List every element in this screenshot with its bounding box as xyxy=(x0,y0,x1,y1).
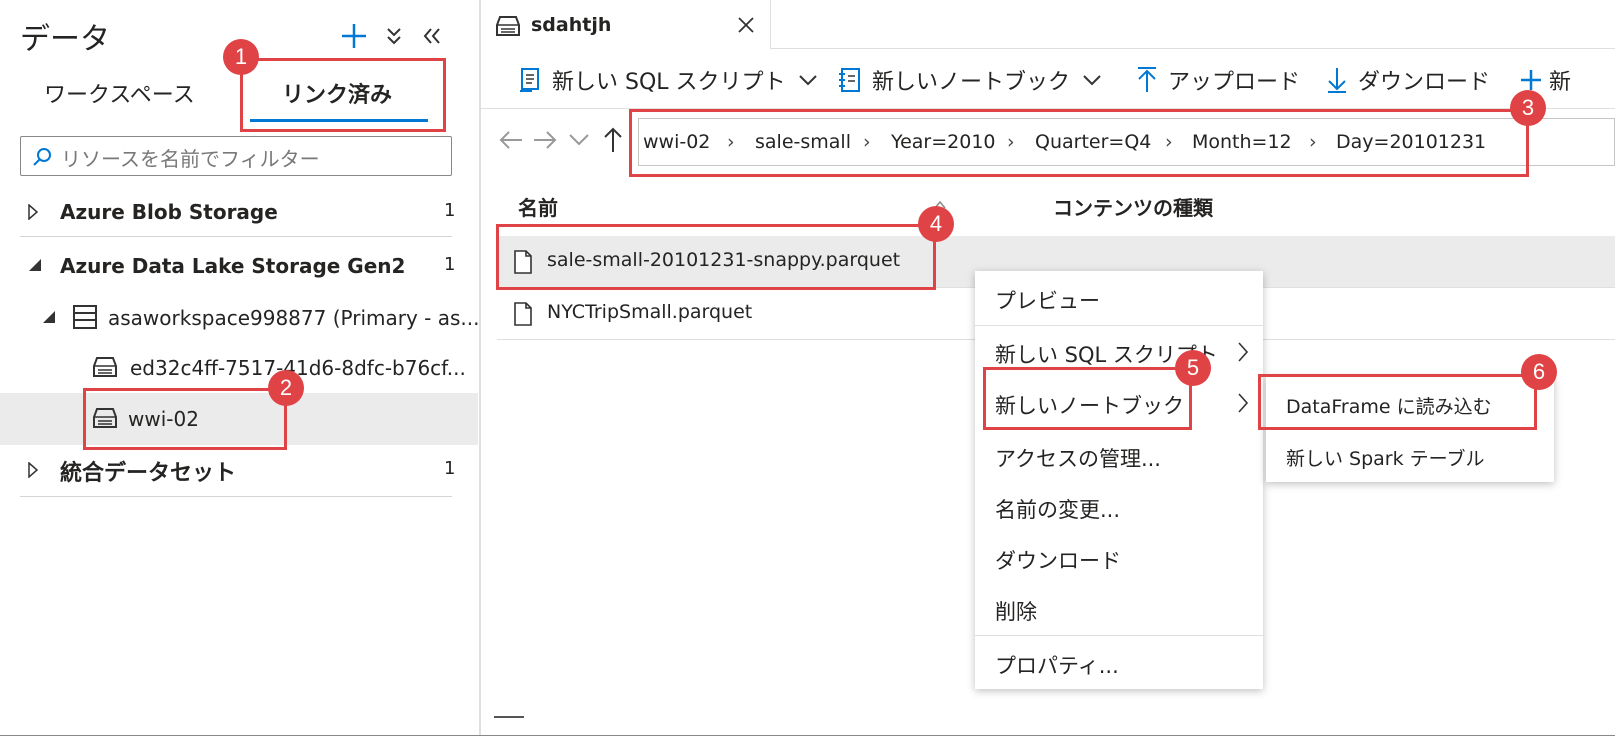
plus-icon xyxy=(1519,68,1543,92)
file-icon xyxy=(513,302,533,326)
toolbar-label: 新しいノートブック xyxy=(872,70,1071,95)
search-icon xyxy=(31,146,53,168)
tree-item-data-lake-gen2[interactable]: Azure Data Lake Storage Gen2 1 xyxy=(0,240,478,292)
add-icon[interactable] xyxy=(340,22,368,50)
highlight-box xyxy=(1258,374,1537,430)
menu-label: アクセスの管理... xyxy=(995,447,1161,471)
column-header-name[interactable]: 名前 xyxy=(518,192,558,221)
context-menu: プレビュー 新しい SQL スクリプト 新しいノートブック アクセスの管理...… xyxy=(975,271,1263,689)
close-icon[interactable] xyxy=(737,16,755,34)
menu-item-rename[interactable]: 名前の変更... xyxy=(975,482,1263,533)
item-count: 1 xyxy=(444,200,456,221)
tree-item-blob-storage[interactable]: Azure Blob Storage 1 xyxy=(0,186,478,238)
expanded-caret-icon[interactable] xyxy=(28,258,42,272)
collapse-panel-icon[interactable] xyxy=(420,25,444,47)
menu-divider xyxy=(975,635,1263,636)
column-header-content-type[interactable]: コンテンツの種類 xyxy=(1053,192,1213,221)
tree-label: 統合データセット xyxy=(60,461,237,486)
annotation-badge: 2 xyxy=(268,370,304,406)
expanded-caret-icon[interactable] xyxy=(42,310,56,324)
menu-label: プロパティ... xyxy=(995,654,1119,678)
document-tab[interactable]: sdahtjh xyxy=(481,0,771,49)
collapsed-caret-icon[interactable] xyxy=(28,204,38,220)
annotation-badge: 1 xyxy=(223,39,259,75)
menu-label: ダウンロード xyxy=(995,549,1121,573)
panel-title: データ xyxy=(20,22,110,57)
container-icon xyxy=(92,355,118,379)
annotation-badge: 5 xyxy=(1175,350,1211,386)
up-arrow-icon[interactable] xyxy=(602,126,624,154)
filter-placeholder: リソースを名前でフィルター xyxy=(61,147,320,171)
menu-item-preview[interactable]: プレビュー xyxy=(975,273,1263,324)
menu-item-properties[interactable]: プロパティ... xyxy=(975,638,1263,689)
menu-divider xyxy=(975,325,1263,326)
chevron-right-icon xyxy=(1237,341,1249,363)
sql-script-icon xyxy=(518,66,544,94)
tree-item-integration-datasets[interactable]: 統合データセット 1 xyxy=(0,444,478,496)
storage-account-icon xyxy=(72,304,98,330)
new-sql-script-button[interactable]: 新しい SQL スクリプト xyxy=(518,60,818,100)
toolbar-label: 新しい SQL スクリプト xyxy=(552,70,786,95)
menu-label: プレビュー xyxy=(995,289,1100,313)
menu-item-delete[interactable]: 削除 xyxy=(975,584,1263,635)
file-name: NYCTripSmall.parquet xyxy=(547,301,753,323)
toolbar-label: 新 xyxy=(1549,70,1572,95)
item-count: 1 xyxy=(444,458,456,479)
submenu-item-new-spark-table[interactable]: 新しい Spark テーブル xyxy=(1266,430,1554,481)
menu-item-download[interactable]: ダウンロード xyxy=(975,533,1263,584)
panel-splitter[interactable] xyxy=(479,0,481,735)
back-arrow-icon[interactable] xyxy=(498,128,524,152)
forward-arrow-icon[interactable] xyxy=(532,128,558,152)
expand-all-icon[interactable] xyxy=(384,25,404,47)
annotation-badge: 4 xyxy=(918,206,954,242)
tab-title: sdahtjh xyxy=(531,14,612,36)
chevron-down-icon[interactable] xyxy=(568,133,590,147)
item-count: 1 xyxy=(444,254,456,275)
highlight-box xyxy=(83,388,287,450)
tree-item-workspace-storage[interactable]: asaworkspace998877 (Primary - as... xyxy=(0,292,480,344)
menu-label: 名前の変更... xyxy=(995,498,1121,522)
notebook-icon xyxy=(838,66,862,94)
upload-button[interactable]: アップロード xyxy=(1136,60,1300,100)
divider xyxy=(20,236,452,237)
tree-label: Azure Data Lake Storage Gen2 xyxy=(60,254,406,278)
tree-label: asaworkspace998877 (Primary - as... xyxy=(108,306,480,330)
tabbar-border xyxy=(770,48,1615,49)
menu-item-manage-access[interactable]: アクセスの管理... xyxy=(975,431,1263,482)
highlight-box xyxy=(629,109,1529,177)
download-arrow-icon xyxy=(1326,66,1348,94)
annotation-badge: 3 xyxy=(1510,90,1546,126)
chevron-down-icon xyxy=(798,73,818,87)
tree-item-container-guid[interactable]: ed32c4ff-7517-41d6-8dfc-b76cf... xyxy=(0,342,478,394)
container-icon xyxy=(495,14,521,38)
bottom-border xyxy=(0,735,1615,736)
highlight-box xyxy=(496,224,936,290)
toolbar-label: アップロード xyxy=(1168,70,1301,95)
collapsed-caret-icon[interactable] xyxy=(28,462,38,478)
toolbar-label: ダウンロード xyxy=(1358,70,1491,95)
tree-label: Azure Blob Storage xyxy=(60,200,278,224)
highlight-box xyxy=(240,58,446,132)
menu-label: 新しい Spark テーブル xyxy=(1286,448,1485,470)
menu-label: 削除 xyxy=(995,600,1037,624)
tab-workspace[interactable]: ワークスペース xyxy=(44,78,195,118)
divider xyxy=(20,496,452,497)
upload-arrow-icon xyxy=(1136,66,1158,94)
new-notebook-button[interactable]: 新しいノートブック xyxy=(838,60,1102,100)
chevron-down-icon xyxy=(1082,73,1102,87)
filter-input[interactable]: リソースを名前でフィルター xyxy=(20,136,452,176)
scrollbar-thumb[interactable] xyxy=(494,716,524,718)
annotation-badge: 6 xyxy=(1521,354,1557,390)
chevron-right-icon xyxy=(1237,392,1249,414)
highlight-box xyxy=(983,367,1192,430)
download-button[interactable]: ダウンロード xyxy=(1326,60,1490,100)
